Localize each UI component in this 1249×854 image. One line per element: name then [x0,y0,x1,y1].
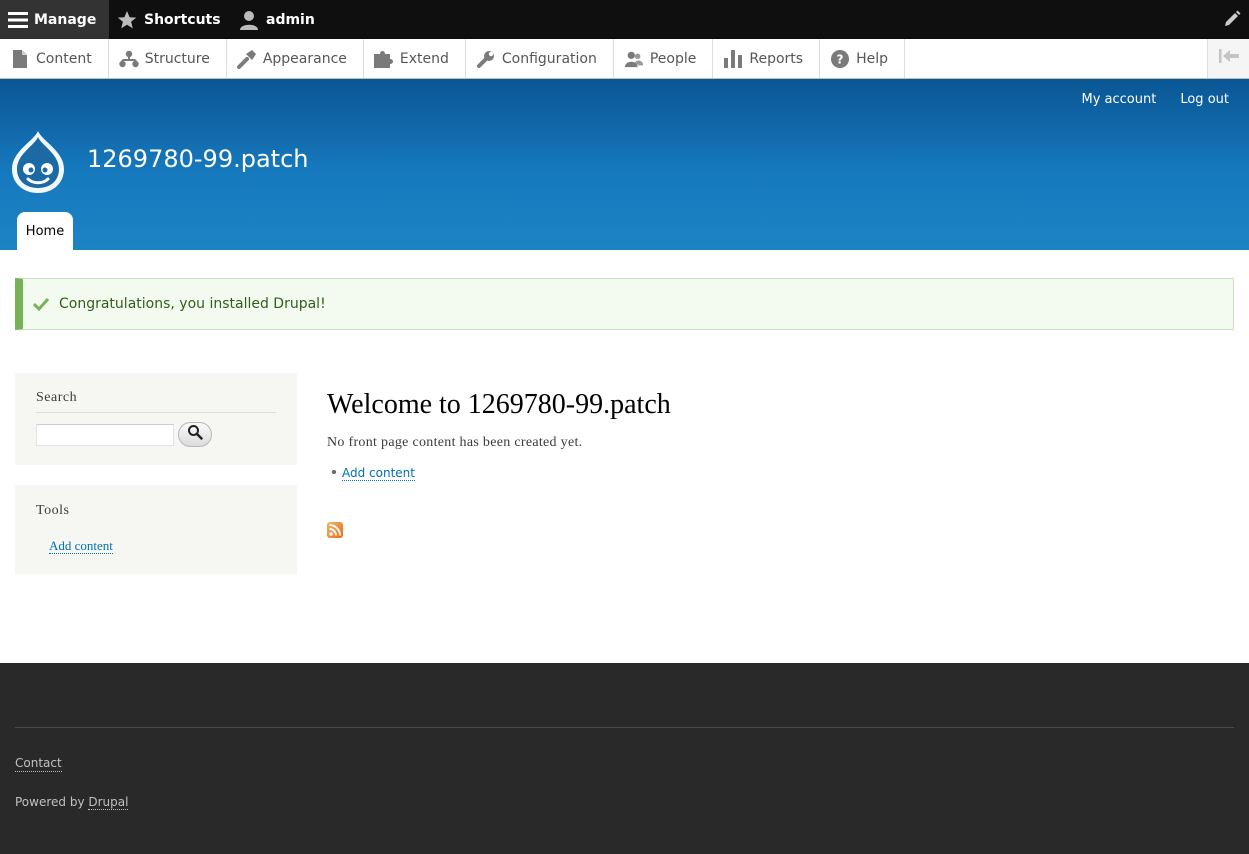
site-name[interactable]: 1269780-99.patch [87,145,308,173]
footer-divider [15,727,1234,728]
tray-item-content[interactable]: Content [0,39,109,78]
admin-tray: Content Structure Appearance Extend Conf… [0,39,1249,79]
secondary-menu: My account Log out [1082,92,1230,107]
tools-add-content-link[interactable]: Add content [49,538,113,554]
user-tab[interactable]: admin [230,0,329,39]
bar-chart-icon [723,49,743,69]
user-icon [238,9,260,31]
tools-block: Tools Add content [15,485,297,574]
brush-icon [236,49,257,69]
list-bullet [332,470,336,474]
tray-item-structure[interactable]: Structure [109,39,227,78]
star-icon [116,9,138,31]
add-content-link[interactable]: Add content [342,466,415,481]
admin-toolbar: Manage Shortcuts admin [0,0,1249,39]
tray-item-help[interactable]: ? Help [820,39,905,78]
wrench-icon [476,49,496,69]
tray-label: Extend [399,50,449,67]
search-input[interactable] [36,424,174,446]
tools-block-title: Tools [36,503,70,518]
tray-label: Reports [749,50,804,67]
tray-label: Content [36,50,92,67]
user-label: admin [266,11,315,28]
rss-feed-icon[interactable] [327,522,343,538]
tray-orientation-toggle[interactable] [1207,39,1249,78]
shortcuts-label: Shortcuts [144,11,221,28]
tray-label: Structure [144,50,210,67]
tray-label: Help [856,50,888,67]
puzzle-icon [373,49,394,69]
tab-home[interactable]: Home [17,212,73,250]
checkmark-icon [33,296,49,312]
footer-contact-link[interactable]: Contact [15,756,62,772]
drupal-logo[interactable] [8,129,68,195]
tray-label: People [649,50,697,67]
status-text: Congratulations, you installed Drupal! [59,296,326,312]
tray-item-people[interactable]: People [614,39,714,78]
file-icon [10,49,30,69]
site-header: My account Log out 1269780-99.patch Home [0,79,1249,250]
status-message: Congratulations, you installed Drupal! [15,278,1234,330]
search-icon [187,424,203,445]
hierarchy-icon [118,49,139,69]
pencil-icon[interactable] [1221,8,1243,30]
search-block-title: Search [36,390,276,413]
tray-item-reports[interactable]: Reports [713,39,821,78]
page-title: Welcome to 1269780-99.patch [327,389,671,420]
tray-label: Configuration [501,50,597,67]
tray-item-extend[interactable]: Extend [364,39,466,78]
log-out-link[interactable]: Log out [1180,92,1229,107]
svg-text:?: ? [837,52,844,66]
search-button[interactable] [178,422,212,447]
site-footer: Contact Powered by Drupal [0,663,1249,854]
empty-front-page-message: No front page content has been created y… [327,435,583,450]
drupal-link[interactable]: Drupal [88,795,129,810]
tray-item-appearance[interactable]: Appearance [227,39,364,78]
tray-item-configuration[interactable]: Configuration [466,39,614,78]
powered-by-text: Powered by [15,795,89,809]
collapse-left-icon [1218,49,1239,68]
tray-label: Appearance [262,50,347,67]
people-icon [624,49,644,69]
powered-by: Powered by Drupal [15,795,129,810]
my-account-link[interactable]: My account [1082,92,1157,107]
help-icon: ? [830,49,850,69]
shortcuts-tab[interactable]: Shortcuts [0,0,235,39]
search-block: Search [15,373,297,465]
